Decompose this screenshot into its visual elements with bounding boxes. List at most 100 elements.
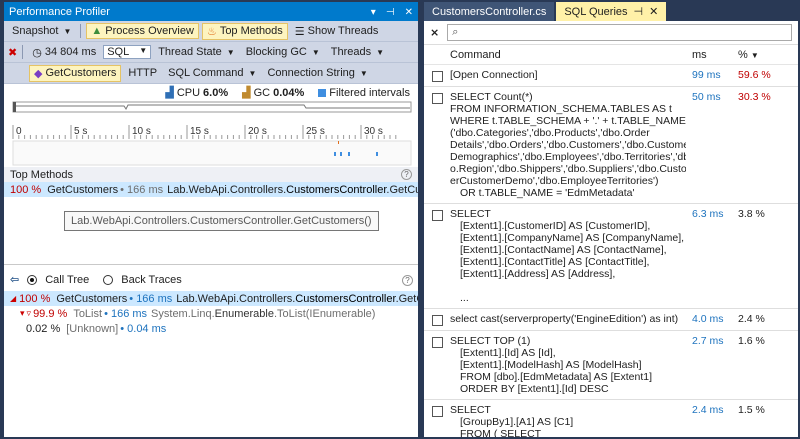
http-filter[interactable]: HTTP bbox=[124, 66, 161, 80]
query-row[interactable]: [Open Connection] 99 ms 59.6 % bbox=[424, 65, 798, 87]
method-tail: .GetCusto bbox=[386, 183, 418, 196]
query-checkbox[interactable] bbox=[431, 337, 443, 348]
blocking-gc-filter[interactable]: Blocking GC ▼ bbox=[242, 45, 324, 59]
tab-sql-queries[interactable]: SQL Queries ⊣ ✕ bbox=[556, 2, 667, 21]
node-class: Enumerable bbox=[214, 307, 274, 320]
divider bbox=[80, 24, 82, 38]
profiler-toolbar-3: ◆ GetCustomers HTTP SQL Command ▼ Connecti… bbox=[4, 63, 418, 84]
threads-filter[interactable]: Threads ▼ bbox=[327, 45, 388, 59]
percent-column-header[interactable]: % ▼ bbox=[738, 49, 788, 61]
getcustomers-filter[interactable]: ◆ GetCustomers bbox=[29, 64, 122, 82]
process-overview-button[interactable]: ▲ Process Overview bbox=[86, 23, 199, 39]
node-name: ToList bbox=[73, 307, 103, 320]
node-time: • 166 ms bbox=[129, 292, 173, 305]
process-overview-icon: ▲ bbox=[91, 25, 103, 37]
timeline-chart[interactable]: 0 5 s 10 s 15 s 20 s 25 s 30 s bbox=[4, 101, 418, 167]
ruler-label: 15 s bbox=[190, 126, 209, 137]
collapse-icon[interactable]: ◢ bbox=[10, 294, 16, 303]
gc-value: 0.04% bbox=[273, 86, 305, 99]
snapshot-menu[interactable]: Snapshot ▼ bbox=[8, 24, 75, 38]
query-checkbox[interactable] bbox=[431, 71, 443, 82]
query-command-line: ('dbo.Categories','dbo.Products','dbo.Or… bbox=[450, 127, 650, 139]
sql-filter-select[interactable]: SQL ▼ bbox=[103, 45, 152, 59]
call-tree-row[interactable]: ◢ 100 % GetCustomers • 166 ms Lab.WebApi… bbox=[4, 291, 418, 306]
tab-customers-controller[interactable]: CustomersController.cs bbox=[424, 2, 555, 21]
query-checkbox[interactable] bbox=[431, 93, 443, 104]
snapshot-label: Snapshot bbox=[12, 25, 59, 37]
command-column-header[interactable]: Command bbox=[450, 49, 692, 61]
chevron-down-icon: ▼ bbox=[226, 47, 235, 57]
query-command-line: FROM [dbo].[EdmMetadata] AS [Extent1] bbox=[460, 371, 653, 383]
query-row[interactable]: SELECT [GroupBy1].[A1] AS [C1] FROM ( SELE… bbox=[424, 400, 798, 437]
chevron-down-icon: ▼ bbox=[139, 46, 148, 55]
query-command-line: [Open Connection] bbox=[450, 69, 538, 81]
node-tail: .ToList(IEnumerable) bbox=[273, 307, 376, 320]
overview-strip[interactable] bbox=[12, 101, 412, 113]
expand-icon[interactable]: ▾ bbox=[20, 308, 25, 319]
query-row[interactable]: SELECT TOP (1) [Extent1].[Id] AS [Id], [Ex… bbox=[424, 331, 798, 400]
splitter[interactable] bbox=[4, 264, 418, 265]
query-command-line: o.Region','dbo.Shippers','dbo.Suppliers'… bbox=[450, 163, 686, 175]
close-icon[interactable]: ✕ bbox=[649, 5, 658, 18]
ruler-label: 10 s bbox=[132, 126, 151, 137]
query-percent: 2.4 % bbox=[738, 313, 765, 325]
overview-marker bbox=[13, 102, 16, 112]
query-checkbox[interactable] bbox=[431, 210, 443, 221]
back-traces-radio[interactable] bbox=[103, 274, 114, 285]
time-filter-label: 34 804 ms bbox=[44, 46, 97, 58]
method-icon: ◆ bbox=[34, 67, 43, 80]
show-threads-button[interactable]: ☰ Show Threads bbox=[291, 24, 383, 39]
query-command-line: Details','dbo.Orders','dbo.Customers','d… bbox=[450, 139, 686, 151]
activity-bar bbox=[334, 152, 336, 156]
clock-icon: ◷ bbox=[32, 46, 42, 59]
query-checkbox[interactable] bbox=[431, 406, 443, 417]
method-namespace: Lab.WebApi.Controllers. bbox=[167, 183, 287, 196]
node-percent: 99.9 % bbox=[33, 307, 68, 320]
query-ms: 6.3 ms bbox=[692, 208, 724, 220]
pin-icon[interactable]: ⊣ bbox=[634, 5, 644, 18]
query-percent: 1.6 % bbox=[738, 335, 765, 347]
ms-column-header[interactable]: ms bbox=[692, 49, 738, 61]
close-icon[interactable]: ✕ bbox=[405, 7, 413, 18]
query-checkbox[interactable] bbox=[431, 315, 443, 326]
back-arrow-icon[interactable]: ⇦ bbox=[10, 273, 19, 286]
call-tree-row[interactable]: 0.02 % [Unknown] • 0.04 ms bbox=[4, 321, 418, 336]
back-traces-label[interactable]: Back Traces bbox=[121, 274, 182, 286]
sql-command-filter[interactable]: SQL Command ▼ bbox=[164, 66, 260, 80]
profiler-toolbar-1: Snapshot ▼ ▲ Process Overview ♨ Top Methods… bbox=[4, 21, 418, 42]
activity-bar bbox=[338, 141, 339, 144]
connection-string-filter[interactable]: Connection String ▼ bbox=[263, 66, 371, 80]
query-command: select cast(serverproperty('EngineEditio… bbox=[450, 313, 692, 326]
query-list: [Open Connection] 99 ms 59.6 % SELECT Count… bbox=[424, 65, 798, 437]
query-row[interactable]: select cast(serverproperty('EngineEditio… bbox=[424, 309, 798, 331]
query-command-line: [Extent1].[Id] AS [Id], bbox=[460, 347, 556, 359]
clear-filter-icon[interactable]: ✖ bbox=[8, 46, 17, 59]
dropdown-icon[interactable]: ▾ bbox=[371, 7, 376, 18]
top-method-row[interactable]: 100 % GetCustomers • 166 ms Lab.WebApi.C… bbox=[4, 182, 418, 197]
query-command-line: FROM INFORMATION_SCHEMA.TABLES AS t bbox=[450, 103, 672, 115]
help-icon[interactable]: ? bbox=[401, 169, 412, 180]
query-row[interactable]: SELECT [Extent1].[CustomerID] AS [Custome… bbox=[424, 204, 798, 309]
node-class: CustomersController bbox=[295, 292, 396, 305]
query-command-line: [Extent1].[ContactTitle] AS [ContactTitl… bbox=[460, 256, 650, 268]
pin-icon[interactable]: ⊣ bbox=[386, 7, 395, 18]
query-row[interactable]: SELECT Count(*) FROM INFORMATION_SCHEMA.T… bbox=[424, 87, 798, 204]
call-tree-label[interactable]: Call Tree bbox=[45, 274, 89, 286]
filtered-swatch bbox=[318, 88, 327, 97]
threads-icon: ☰ bbox=[294, 25, 305, 38]
search-input[interactable]: ⌕ bbox=[447, 24, 792, 41]
help-icon[interactable]: ? bbox=[402, 275, 413, 286]
show-threads-label: Show Threads bbox=[307, 25, 379, 37]
profiler-titlebar: Performance Profiler ▾ ⊣ ✕ bbox=[4, 2, 418, 21]
clear-filter-icon[interactable]: ⨯ bbox=[430, 26, 439, 39]
process-overview-label: Process Overview bbox=[105, 25, 194, 37]
node-namespace: System.Linq. bbox=[151, 307, 215, 320]
top-methods-button[interactable]: ♨ Top Methods bbox=[201, 22, 288, 40]
call-tree-radio[interactable] bbox=[27, 274, 38, 285]
thread-state-filter[interactable]: Thread State ▼ bbox=[154, 45, 239, 59]
call-tree-row[interactable]: ▾ ▿ 99.9 % ToList • 166 ms System.Linq.E… bbox=[4, 306, 418, 321]
ruler-label: 25 s bbox=[306, 126, 325, 137]
query-command: SELECT TOP (1) [Extent1].[Id] AS [Id], [Ex… bbox=[450, 335, 692, 395]
time-filter[interactable]: ◷ 34 804 ms bbox=[28, 45, 100, 60]
top-methods-label: Top Methods bbox=[219, 25, 283, 37]
